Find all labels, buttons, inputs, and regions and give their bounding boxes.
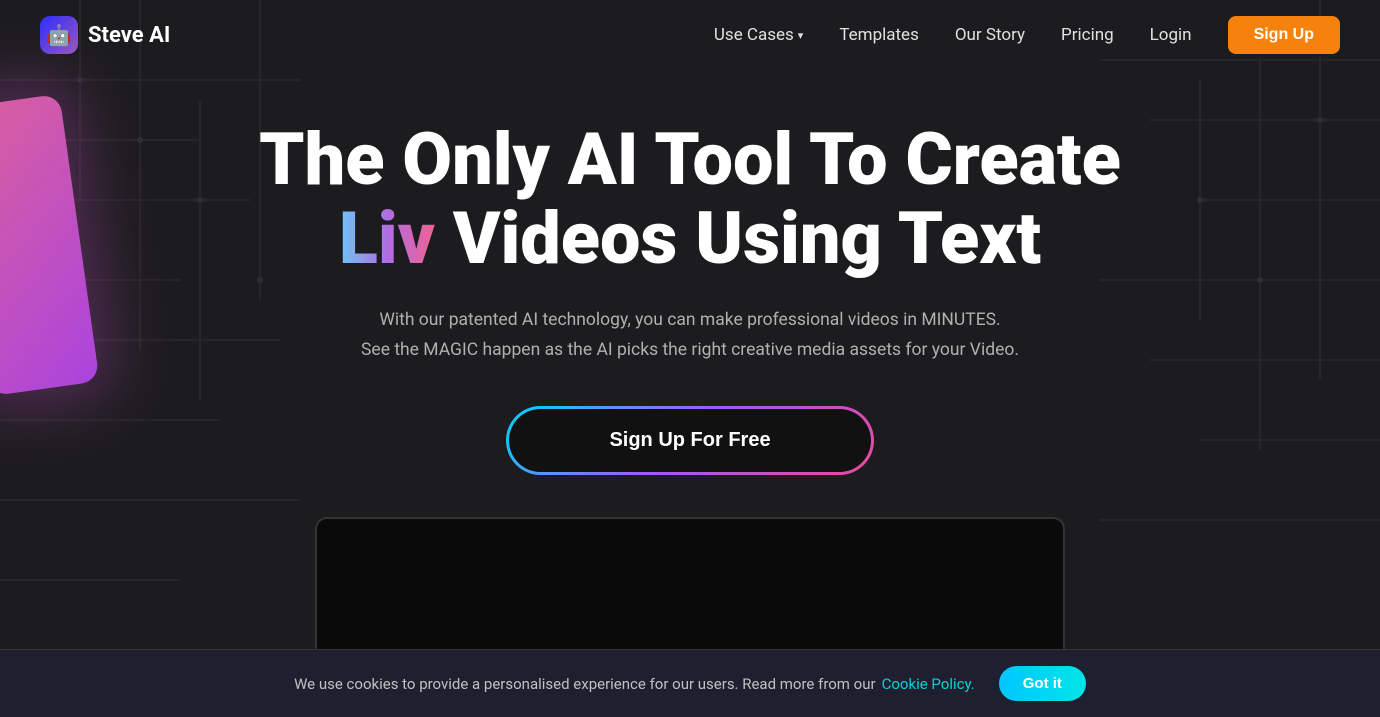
hero-section: The Only AI Tool To Create Liv Videos Us… bbox=[0, 70, 1380, 677]
cookie-message: We use cookies to provide a personalised… bbox=[294, 675, 876, 693]
use-cases-arrow-icon: ▾ bbox=[798, 29, 804, 42]
cookie-accept-button[interactable]: Got it bbox=[999, 666, 1086, 701]
hero-liv: Liv bbox=[339, 196, 435, 281]
hero-subtitle: With our patented AI technology, you can… bbox=[361, 306, 1019, 366]
nav-pricing[interactable]: Pricing bbox=[1061, 25, 1114, 45]
logo[interactable]: Steve AI bbox=[40, 16, 170, 54]
nav-use-cases[interactable]: Use Cases ▾ bbox=[714, 25, 803, 45]
cookie-bar: We use cookies to provide a personalised… bbox=[0, 649, 1380, 717]
nav-links: Use Cases ▾ Templates Our Story Pricing … bbox=[714, 16, 1340, 54]
logo-text: Steve AI bbox=[88, 23, 170, 48]
cta-signup-button[interactable]: Sign Up For Free bbox=[509, 409, 870, 472]
nav-templates[interactable]: Templates bbox=[839, 25, 919, 45]
navbar: Steve AI Use Cases ▾ Templates Our Story… bbox=[0, 0, 1380, 70]
nav-login[interactable]: Login bbox=[1150, 25, 1192, 45]
cookie-policy-link[interactable]: Cookie Policy. bbox=[882, 675, 975, 693]
hero-title: The Only AI Tool To Create Liv Videos Us… bbox=[259, 120, 1121, 278]
logo-icon bbox=[40, 16, 78, 54]
cta-button-wrapper: Sign Up For Free bbox=[506, 406, 873, 475]
nav-signup-button[interactable]: Sign Up bbox=[1228, 16, 1340, 54]
nav-our-story[interactable]: Our Story bbox=[955, 25, 1025, 45]
